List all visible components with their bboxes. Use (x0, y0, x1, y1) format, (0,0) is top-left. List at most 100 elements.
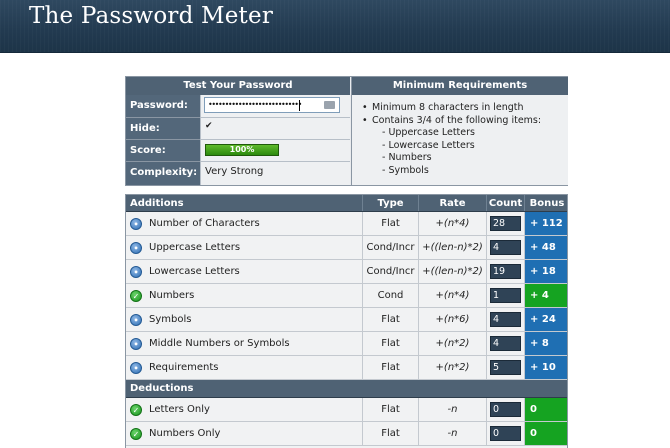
type-cell: Cond/Incr (363, 236, 419, 259)
requirements-heading: Minimum Requirements (351, 77, 568, 95)
count-field: 5 (490, 360, 521, 375)
bonus-cell: + 18 (525, 260, 567, 283)
test-heading: Test Your Password (126, 77, 350, 95)
rate-cell: +(n*4) (419, 284, 487, 307)
password-value: •••••••••••••••••••••••••••• (208, 100, 302, 109)
rate-cell: -n (419, 422, 487, 445)
key-icon (324, 101, 335, 109)
type-cell: Flat (363, 398, 419, 421)
table-row: • Symbols Flat +(n*6) 4 + 24 (126, 308, 567, 332)
type-cell: Flat (363, 422, 419, 445)
count-field: 4 (490, 312, 521, 327)
bonus-cell: + 24 (525, 308, 567, 331)
rate-cell: +((len-n)*2) (419, 260, 487, 283)
count-cell: 0 (487, 422, 525, 445)
text-caret (299, 100, 300, 111)
site-header: The Password Meter (0, 0, 670, 53)
requirement-subitem: - Symbols (382, 164, 429, 176)
bonus-cell: + 10 (525, 356, 567, 379)
type-cell: Flat (363, 332, 419, 355)
criterion-cell: • Uppercase Letters (126, 236, 363, 259)
count-field: 4 (490, 336, 521, 351)
password-cell: •••••••••••••••••••••••••••• (200, 95, 350, 118)
info-icon: • (130, 337, 142, 350)
complexity-cell: Very Strong (200, 162, 350, 185)
count-cell: 4 (487, 308, 525, 331)
criterion-cell: • Requirements (126, 356, 363, 379)
rate-cell: -n (419, 398, 487, 421)
criterion-label: Letters Only (149, 404, 210, 415)
col-type: Type (363, 195, 419, 211)
criterion-label: Requirements (149, 362, 219, 373)
count-cell: 19 (487, 260, 525, 283)
password-input[interactable]: •••••••••••••••••••••••••••• (204, 97, 340, 113)
requirements-list: Minimum 8 characters in length Contains … (351, 95, 568, 185)
requirement-subitem: - Lowercase Letters (382, 139, 475, 151)
type-cell: Cond (363, 284, 419, 307)
bonus-cell: + 4 (525, 284, 567, 307)
requirement-subitem: - Numbers (382, 152, 432, 164)
bonus-cell: 0 (525, 422, 567, 445)
count-field: 0 (490, 426, 521, 441)
criterion-cell: • Symbols (126, 308, 363, 331)
rate-cell: +(n*6) (419, 308, 487, 331)
requirement-item: Minimum 8 characters in length (362, 102, 568, 115)
table-row: • Requirements Flat +(n*2) 5 + 10 (126, 356, 567, 380)
table-row: ✓ Numbers Cond +(n*4) 1 + 4 (126, 284, 567, 308)
score-cell: 100% (200, 140, 350, 162)
check-icon: ✓ (130, 403, 142, 416)
check-icon: ✓ (130, 289, 142, 302)
criterion-label: Numbers Only (149, 428, 221, 439)
col-additions: Additions (126, 195, 363, 211)
criterion-label: Number of Characters (149, 218, 260, 229)
check-icon: ✓ (130, 427, 142, 440)
criterion-cell: ✓ Numbers (126, 284, 363, 307)
rate-cell: +(n*2) (419, 332, 487, 355)
table-row: • Lowercase Letters Cond/Incr +((len-n)*2) 1… (126, 260, 567, 284)
test-panel: Test Your Password Minimum Requirements … (125, 76, 568, 186)
complexity-value: Very Strong (205, 166, 264, 177)
count-field: 0 (490, 402, 521, 417)
hide-checkbox[interactable]: ✔ (205, 122, 214, 131)
criterion-label: Numbers (149, 290, 195, 301)
count-cell: 28 (487, 212, 525, 235)
deductions-header-row: Deductions (126, 380, 567, 398)
table-row: • Uppercase Letters Cond/Incr +((len-n)*2) 4… (126, 236, 567, 260)
count-field: 1 (490, 288, 521, 303)
count-cell: 4 (487, 332, 525, 355)
criterion-cell: • Middle Numbers or Symbols (126, 332, 363, 355)
criterion-cell: ✓ Letters Only (126, 398, 363, 421)
info-icon: • (130, 265, 142, 278)
table-row: ✓ Letters Only Flat -n 0 0 (126, 398, 567, 422)
col-count: Count (487, 195, 525, 211)
score-label: Score: (126, 140, 200, 162)
type-cell: Flat (363, 212, 419, 235)
table-row: • Middle Numbers or Symbols Flat +(n*2) 4 + 8 (126, 332, 567, 356)
info-icon: • (130, 241, 142, 254)
count-cell: 0 (487, 398, 525, 421)
type-cell: Flat (363, 308, 419, 331)
rate-cell: +(n*2) (419, 356, 487, 379)
table-row: ✓ Numbers Only Flat -n 0 0 (126, 422, 567, 446)
count-cell: 4 (487, 236, 525, 259)
criterion-label: Symbols (149, 314, 192, 325)
table-row: • Number of Characters Flat +(n*4) 28 + 112 (126, 212, 567, 236)
criterion-cell: • Number of Characters (126, 212, 363, 235)
count-cell: 5 (487, 356, 525, 379)
hide-label: Hide: (126, 118, 200, 140)
bonus-cell: 0 (525, 398, 567, 421)
type-cell: Cond/Incr (363, 260, 419, 283)
rate-cell: +(n*4) (419, 212, 487, 235)
count-field: 4 (490, 240, 521, 255)
bonus-cell: + 8 (525, 332, 567, 355)
col-rate: Rate (419, 195, 487, 211)
deductions-label: Deductions (130, 383, 194, 394)
info-icon: • (130, 217, 142, 230)
criterion-cell: • Lowercase Letters (126, 260, 363, 283)
site-title: The Password Meter (29, 3, 274, 29)
info-icon: • (130, 313, 142, 326)
bonus-cell: + 48 (525, 236, 567, 259)
info-icon: • (130, 361, 142, 374)
requirement-item: Contains 3/4 of the following items: (362, 115, 568, 128)
col-bonus: Bonus (529, 197, 565, 209)
